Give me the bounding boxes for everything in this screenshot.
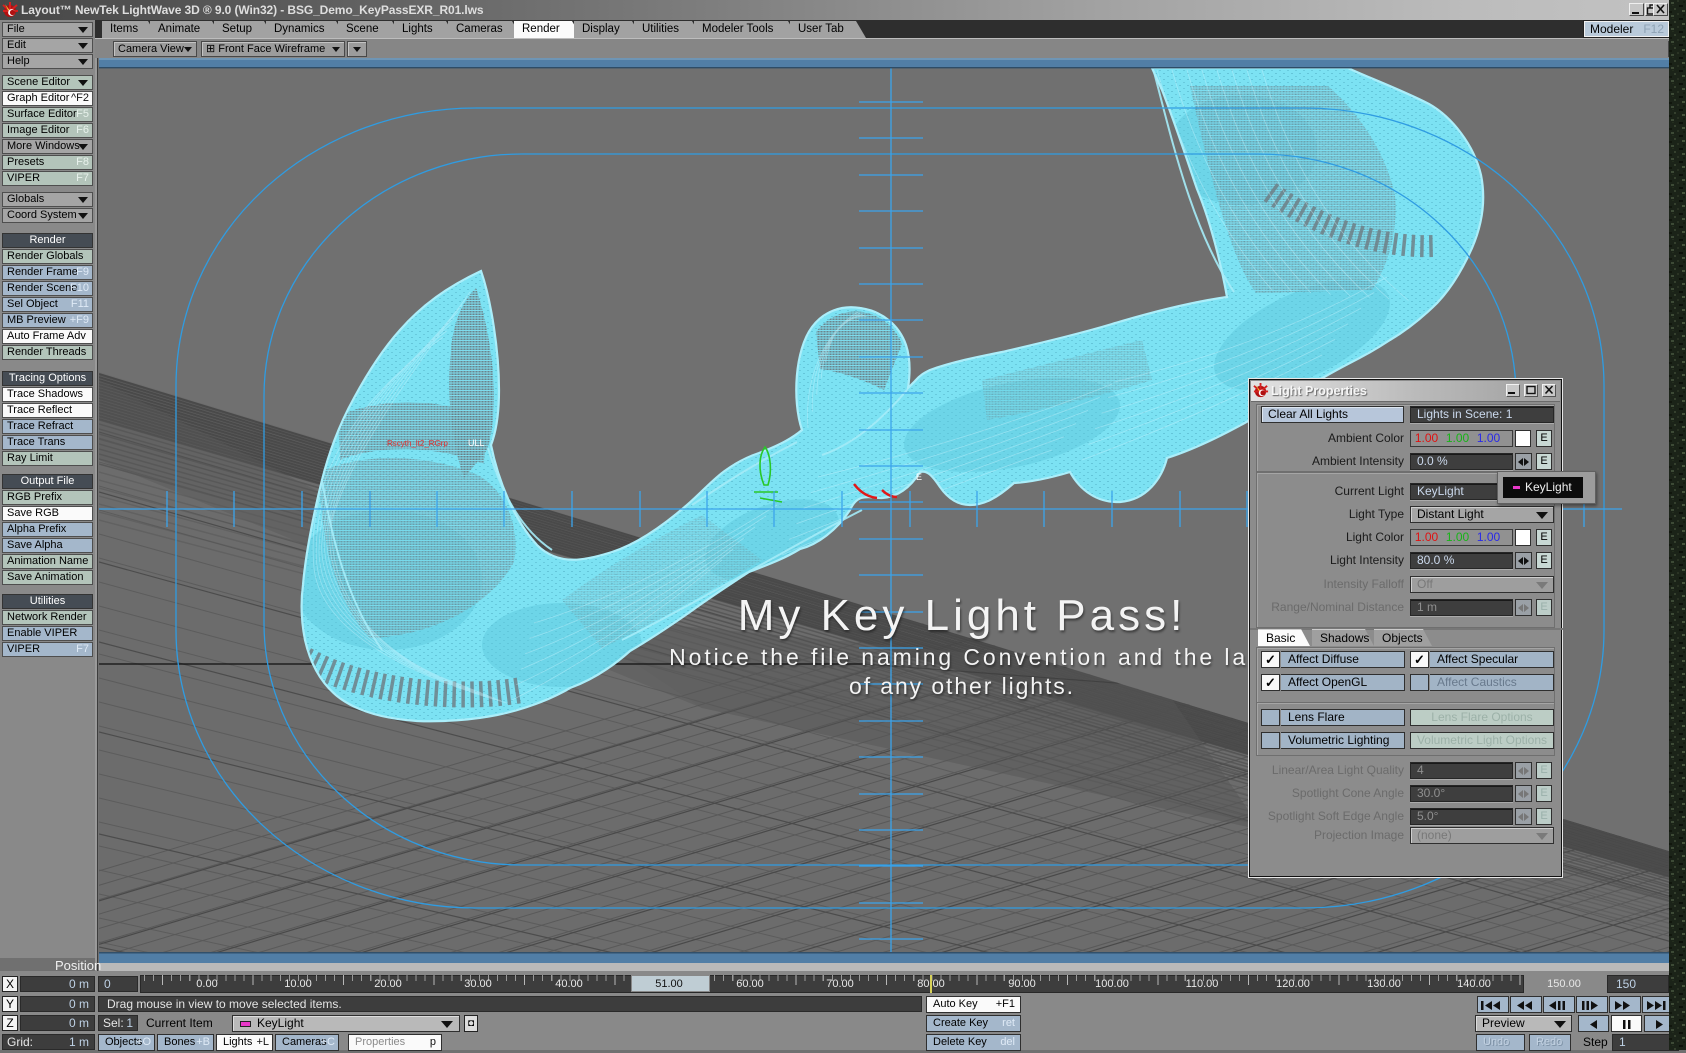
svg-text:ULL: ULL — [468, 438, 485, 448]
svg-text:E: E — [916, 472, 922, 482]
svg-text:Rscyth_lt2_RGrp: Rscyth_lt2_RGrp — [387, 439, 448, 448]
